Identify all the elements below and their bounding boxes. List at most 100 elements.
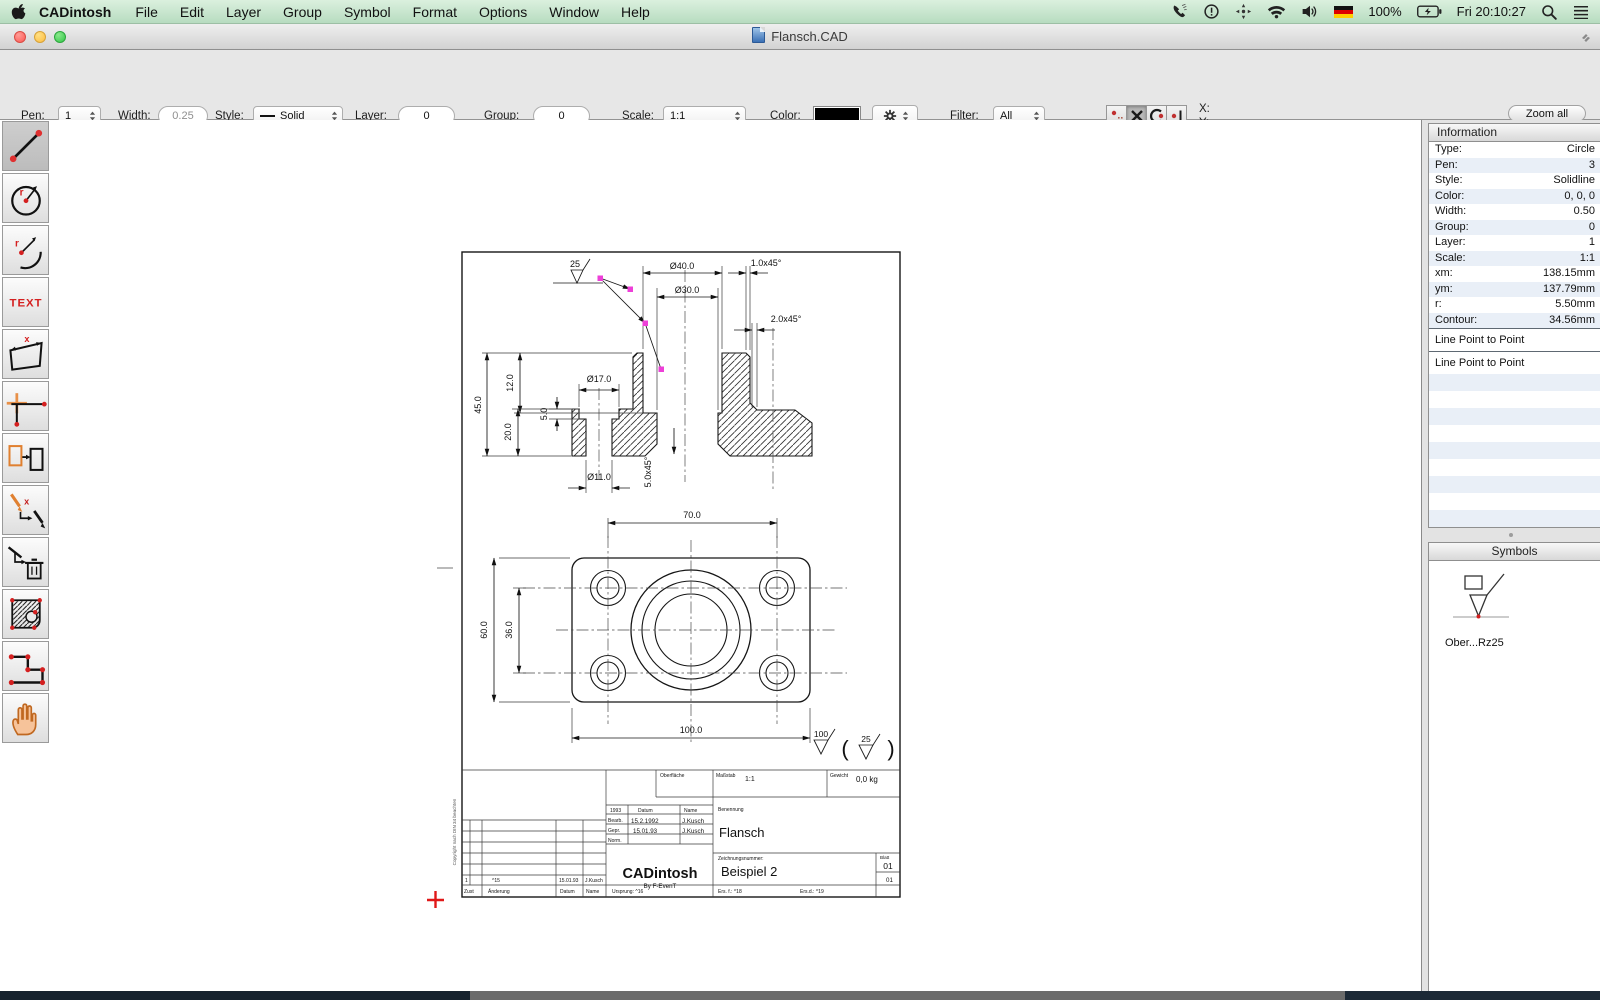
notification-center-icon[interactable] [1572,5,1590,19]
svg-text:15.01.93: 15.01.93 [633,828,658,835]
history-entry[interactable]: Line Point to Point [1429,352,1600,374]
svg-text:Datum: Datum [638,808,653,814]
svg-text:Copyright nach DIN 34 beachten: Copyright nach DIN 34 beachten [452,798,457,865]
info-row: Width:0.50 [1429,204,1600,220]
svg-text:Flansch: Flansch [719,825,765,840]
svg-text:15.01.93: 15.01.93 [559,878,579,884]
svg-text:r: r [15,238,19,249]
change-attributes-tool-button[interactable]: x [2,485,49,535]
fullscreen-icon[interactable] [1580,32,1592,44]
svg-text:100.0: 100.0 [680,725,703,735]
svg-text:(: ( [841,736,849,761]
window-close-button[interactable] [14,31,26,43]
screen-bottom-edge [0,991,1600,1000]
plan-view: 70.0 60.0 36.0 100.0 [479,510,847,744]
wifi-status-icon[interactable] [1267,4,1286,19]
svg-text:12.0: 12.0 [505,374,515,392]
window-title-bar: Flansch.CAD [0,24,1600,50]
svg-text:15.2.1992: 15.2.1992 [631,818,659,825]
svg-text:By F-EvenT: By F-EvenT [644,883,677,890]
polyline-tool-button[interactable] [2,641,49,691]
symbols-panel-header[interactable]: Symbols [1429,543,1600,561]
svg-text:36.0: 36.0 [504,621,514,639]
svg-text:x: x [24,334,30,344]
roughness-symbol-preview[interactable] [1451,571,1513,629]
phone-status-icon[interactable] [1171,3,1188,20]
svg-text:Norm.: Norm. [608,838,622,844]
svg-text:Zeichnungsnummer:: Zeichnungsnummer: [718,856,764,862]
svg-text:Änderung: Änderung [488,888,510,895]
svg-text:Name: Name [586,889,600,895]
arc-tool-button[interactable]: r [2,225,49,275]
info-row: Scale:1:1 [1429,251,1600,267]
hatch-tool-button[interactable] [2,589,49,639]
menu-app-name[interactable]: CADintosh [26,0,124,24]
selection-highlight [598,276,665,373]
german-flag-input-icon[interactable] [1334,6,1353,18]
line-tool-button[interactable] [2,121,49,171]
dimension-tool-button[interactable]: x [2,329,49,379]
apple-menu-icon[interactable] [10,3,26,21]
svg-text:Name: Name [684,808,698,814]
info-row: Color:0, 0, 0 [1429,189,1600,205]
battery-status-icon[interactable] [1417,5,1442,18]
menu-edit[interactable]: Edit [169,0,215,24]
menu-help[interactable]: Help [610,0,661,24]
window-minimize-button[interactable] [34,31,46,43]
information-panel-header[interactable]: Information [1429,124,1600,142]
circle-tool-button[interactable]: r [2,173,49,223]
menu-group[interactable]: Group [272,0,333,24]
window-zoom-button[interactable] [54,31,66,43]
svg-text:20.0: 20.0 [503,423,513,441]
menu-layer[interactable]: Layer [215,0,272,24]
history-entry[interactable]: Line Point to Point [1429,329,1600,351]
svg-text:0,0 kg: 0,0 kg [856,775,878,784]
copy-tool-button[interactable] [2,433,49,483]
ortho-line-tool-button[interactable] [2,381,49,431]
location-status-icon[interactable] [1235,3,1252,20]
svg-text:Gewicht: Gewicht [830,773,849,779]
empty-rows [1429,374,1600,527]
svg-text:J.Kusch: J.Kusch [682,828,705,835]
drawing-canvas[interactable]: Ø40.0 1.0x45° Ø30.0 2.0x45° 45.0 [0,120,1600,991]
pan-tool-button[interactable] [2,693,49,743]
solid-line-sample [260,115,275,118]
roughness-symbol: 25 [553,259,603,283]
menu-options[interactable]: Options [468,0,538,24]
text-tool-button[interactable]: TEXT [2,277,49,327]
svg-text:Ursprung: ^16: Ursprung: ^16 [612,889,643,895]
information-rows: Type:Circle Pen:3 Style:Solidline Color:… [1429,142,1600,328]
info-row: Contour:34.56mm [1429,313,1600,329]
menu-symbol[interactable]: Symbol [333,0,402,24]
svg-text:Gepr.: Gepr. [608,828,620,834]
spotlight-search-icon[interactable] [1541,4,1557,20]
svg-text:01: 01 [886,877,893,884]
svg-text:^15: ^15 [492,878,500,884]
svg-text:1993: 1993 [610,808,621,814]
svg-text:5.0x45°: 5.0x45° [643,456,653,487]
cursor-crosshair [427,891,444,908]
svg-text:45.0: 45.0 [473,396,483,414]
svg-text:01: 01 [883,861,893,871]
menu-clock[interactable]: Fri 20:10:27 [1457,4,1526,19]
svg-text:Ø11.0: Ø11.0 [587,472,611,482]
svg-text:2.0x45°: 2.0x45° [771,314,802,324]
sync-alert-status-icon[interactable] [1203,3,1220,20]
svg-text:): ) [887,736,894,761]
menu-file[interactable]: File [124,0,169,24]
flange-technical-drawing: Ø40.0 1.0x45° Ø30.0 2.0x45° 45.0 [0,120,1420,991]
panel-splitter[interactable] [1422,528,1600,542]
menu-window[interactable]: Window [538,0,610,24]
volume-status-icon[interactable] [1301,4,1319,19]
info-row: Style:Solidline [1429,173,1600,189]
delete-tool-button[interactable] [2,537,49,587]
svg-text:J.Kusch: J.Kusch [682,818,705,825]
symbol-item-label[interactable]: Ober...Rz25 [1445,637,1600,649]
section-view: Ø40.0 1.0x45° Ø30.0 2.0x45° 45.0 [473,258,812,493]
svg-text:Ers.d.: ^19: Ers.d.: ^19 [800,889,824,895]
symbols-list: Ober...Rz25 [1429,571,1600,649]
svg-text:CADintosh: CADintosh [623,866,698,882]
menu-format[interactable]: Format [402,0,468,24]
info-row: r:5.50mm [1429,297,1600,313]
svg-text:Maßstab: Maßstab [716,773,736,779]
